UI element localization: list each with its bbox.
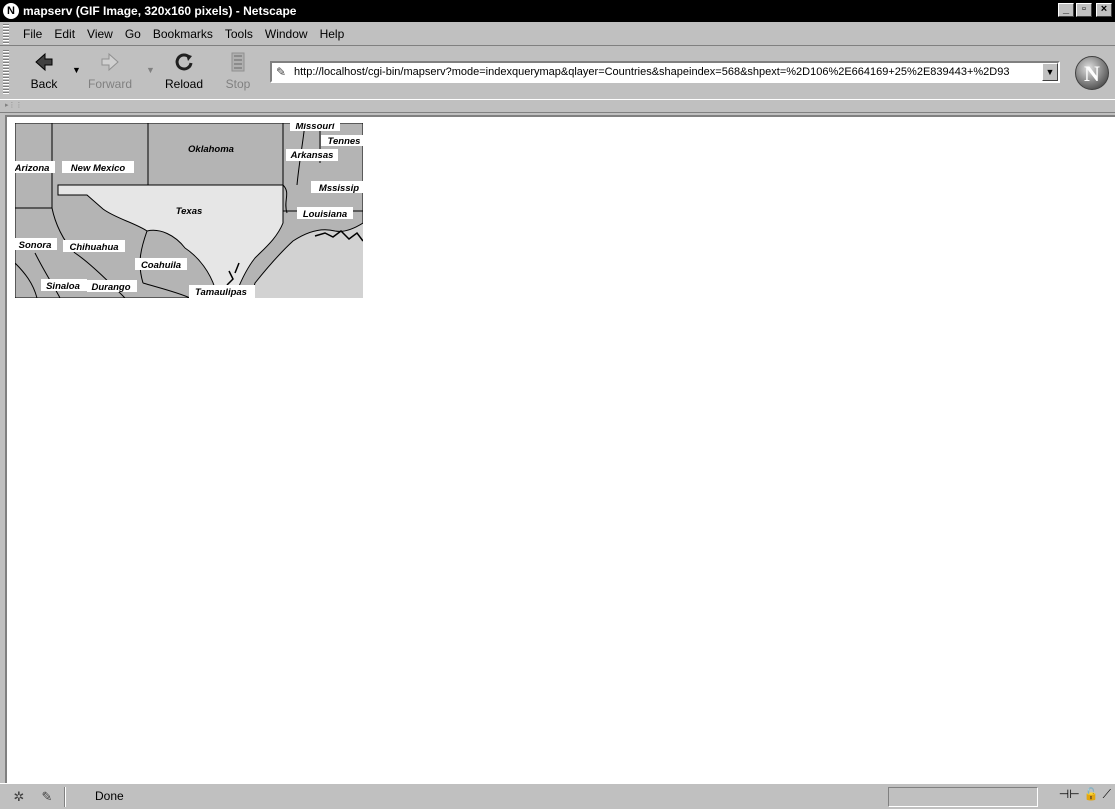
menu-go[interactable]: Go [125,27,141,41]
maximize-button[interactable]: ▫ [1076,3,1092,17]
window-controls: _ ▫ × [1058,3,1112,17]
menu-help[interactable]: Help [320,27,345,41]
menu-bar: File Edit View Go Bookmarks Tools Window… [0,22,1115,46]
title-bar: N mapserv (GIF Image, 320x160 pixels) - … [0,0,1115,22]
label-louisiana: Louisiana [297,207,353,220]
url-dropdown-icon[interactable]: ▼ [1042,63,1058,81]
svg-text:New Mexico: New Mexico [71,163,126,174]
back-button[interactable]: Back [20,51,68,95]
svg-text:Arkansas: Arkansas [290,150,334,161]
label-missouri: Missouri [290,123,340,132]
svg-text:Sonora: Sonora [19,240,52,251]
navigator-icon[interactable]: ✲ [10,789,28,805]
page-proxy-icon[interactable]: ✎ [276,65,290,79]
stop-button[interactable]: Stop [214,51,262,95]
status-text: Done [95,789,124,803]
menu-file[interactable]: File [23,27,42,41]
label-tennessee: Tennes [321,135,363,147]
label-sinaloa: Sinaloa [41,279,87,292]
menu-window[interactable]: Window [265,27,308,41]
svg-text:Sinaloa: Sinaloa [46,281,80,292]
menubar-grip[interactable] [3,23,9,44]
collapsed-toolbar-grip[interactable]: ▸⋮⋮ [5,102,29,110]
url-bar[interactable]: ✎ http://localhost/cgi-bin/mapserv?mode=… [270,61,1060,83]
status-right-icons: ⊣⊢ 🔓 ⟋ [1059,787,1111,802]
label-texas: Texas [176,206,203,217]
svg-text:Louisiana: Louisiana [303,209,347,220]
composer-icon[interactable]: ✎ [38,789,56,805]
security-lock-icon[interactable]: 🔓 [1084,787,1099,802]
forward-arrow-icon [101,52,119,72]
label-arizona: Arizona [15,161,55,174]
back-arrow-icon [35,52,53,72]
menu-view[interactable]: View [87,27,113,41]
back-label: Back [30,77,58,91]
svg-text:Chihuahua: Chihuahua [69,242,118,253]
map-image: Arizona New Mexico Oklahoma Missouri Ten… [15,123,363,298]
online-connection-icon[interactable]: ⊣⊢ [1059,787,1080,802]
toolbar-grip[interactable] [3,50,9,94]
reload-button[interactable]: Reload [160,51,208,95]
svg-text:Tennes: Tennes [328,136,361,147]
netscape-logo-icon: N [3,3,19,19]
label-arkansas: Arkansas [286,149,338,161]
svg-text:Mssissip: Mssissip [319,183,359,194]
label-chihuahua: Chihuahua [63,240,125,253]
reload-icon [175,53,193,71]
label-oklahoma: Oklahoma [188,144,234,155]
reload-label: Reload [164,77,204,91]
menu-bookmarks[interactable]: Bookmarks [153,27,213,41]
label-mississippi: Mssissip [311,181,363,194]
svg-text:Coahuila: Coahuila [141,260,181,271]
forward-button[interactable]: Forward [86,51,134,95]
url-text[interactable]: http://localhost/cgi-bin/mapserv?mode=in… [294,66,1042,78]
forward-label: Forward [87,77,132,91]
page-content: Arizona New Mexico Oklahoma Missouri Ten… [5,115,1115,783]
status-bar: ✲ ✎ Done ⊣⊢ 🔓 ⟋ [0,783,1115,809]
status-progress-panel [888,787,1038,807]
label-tamaulipas: Tamaulipas [189,285,255,298]
stop-label: Stop [225,77,251,91]
resize-grip-icon[interactable]: ⟋ [1103,787,1111,802]
window-title: mapserv (GIF Image, 320x160 pixels) - Ne… [23,4,297,18]
label-new-mexico: New Mexico [62,161,134,174]
status-divider [64,786,66,807]
forward-dropdown-icon[interactable]: ▼ [146,65,155,75]
minimize-button[interactable]: _ [1058,3,1074,17]
navigation-toolbar: Back ▼ Forward ▼ Reload Stop ✎ http://lo… [0,47,1115,99]
back-dropdown-icon[interactable]: ▼ [72,65,81,75]
svg-text:Durango: Durango [91,282,130,293]
menu-tools[interactable]: Tools [225,27,253,41]
svg-text:Arizona: Arizona [15,163,49,174]
stop-icon [231,52,245,72]
label-sonora: Sonora [15,238,57,251]
svg-text:Oklahoma: Oklahoma [188,144,234,155]
menu-edit[interactable]: Edit [54,27,75,41]
label-durango: Durango [87,280,137,293]
svg-text:Tamaulipas: Tamaulipas [195,287,247,298]
svg-text:Texas: Texas [176,206,203,217]
label-coahuila: Coahuila [135,258,187,271]
close-button[interactable]: × [1096,3,1112,17]
svg-text:Missouri: Missouri [295,123,334,132]
netscape-throbber-icon[interactable]: N [1075,56,1109,90]
personal-toolbar-collapsed[interactable]: ▸⋮⋮ [0,99,1115,113]
